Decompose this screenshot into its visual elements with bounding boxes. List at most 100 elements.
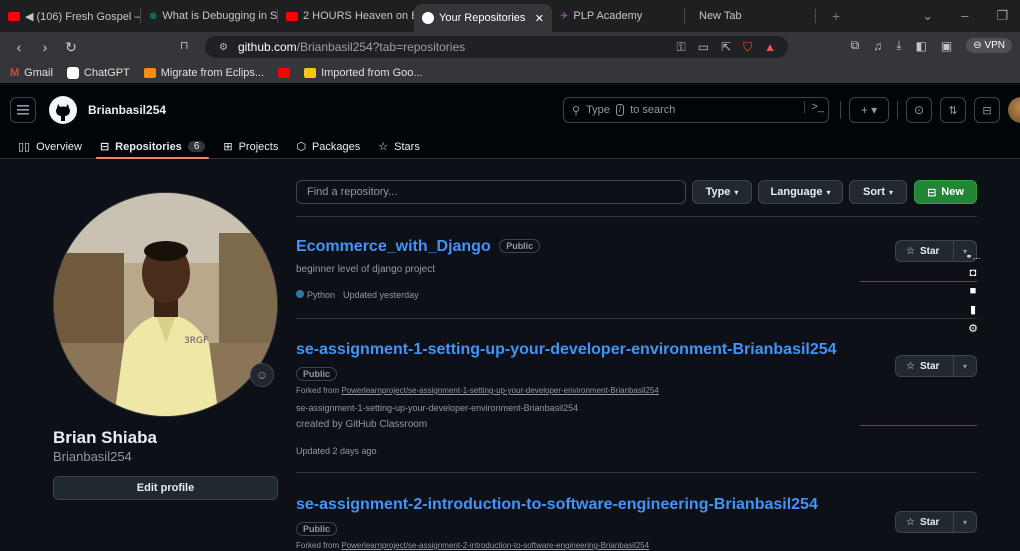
language-label: Python xyxy=(307,290,336,300)
user-avatar[interactable] xyxy=(1008,97,1020,123)
browser-tab[interactable]: ⊗ What is Debugging in Soft xyxy=(141,4,277,28)
link-icon[interactable]: ⚭… xyxy=(966,252,981,261)
issues-icon[interactable]: ⊙ xyxy=(906,97,932,123)
key-icon[interactable]: ⚿ xyxy=(677,40,686,55)
url-path: /Brianbasil254?tab=repositories xyxy=(296,40,466,54)
cast-icon[interactable]: ▭ xyxy=(698,40,709,54)
language-item: Python xyxy=(296,290,335,300)
star-action[interactable]: ☆ Star xyxy=(896,512,954,532)
pull-requests-icon[interactable]: ⇅ xyxy=(940,97,966,123)
forked-from-link[interactable]: Powerlearnproject/se-assignment-1-settin… xyxy=(341,386,659,395)
profile-full-name: Brian Shiaba xyxy=(53,428,157,447)
forked-from-link[interactable]: Powerlearnproject/se-assignment-2-introd… xyxy=(341,541,649,550)
sort-filter-button[interactable]: Sort ▾ xyxy=(849,180,907,204)
tab-label: What is Debugging in Soft xyxy=(162,10,277,22)
brave-shield-icon[interactable]: ⛉ xyxy=(743,40,752,55)
minimize-icon[interactable]: – xyxy=(961,8,968,24)
tab-label: ◀ (106) Fresh Gospel – u xyxy=(25,10,140,23)
browser-tab-active[interactable]: Your Repositories ✕ xyxy=(414,4,552,32)
sidebar-icon[interactable]: ◧ xyxy=(916,39,927,53)
tab-packages[interactable]: ⬡ Packages xyxy=(296,135,360,159)
star-icon: ☆ xyxy=(906,245,915,257)
star-list-dropdown[interactable]: ▾ xyxy=(954,362,976,371)
profile-avatar[interactable]: 3RGF xyxy=(53,192,278,417)
set-status-button[interactable]: ☺ xyxy=(250,363,274,387)
global-search[interactable]: ⚲ Type / to search >_ xyxy=(563,97,829,123)
gmail-icon: M xyxy=(10,66,20,79)
new-repository-button[interactable]: ⊟ New xyxy=(914,180,977,204)
language-filter-button[interactable]: Language ▾ xyxy=(758,180,843,204)
bookmark-gmail[interactable]: M Gmail xyxy=(10,67,53,79)
restore-icon[interactable]: ❐ xyxy=(996,8,1008,24)
divider xyxy=(296,216,977,217)
tab-overview[interactable]: ▯▯ Overview xyxy=(18,135,82,159)
extensions-icon[interactable]: ⧉ xyxy=(851,38,860,53)
bookmark-imported[interactable]: Imported from Goo... xyxy=(304,67,423,79)
bookmark-icon[interactable]: ⊓ xyxy=(180,39,189,52)
browser-tab[interactable]: ✈ PLP Academy xyxy=(552,4,684,28)
star-icon: ☆ xyxy=(906,516,915,528)
tab-stars[interactable]: ☆ Stars xyxy=(378,135,420,159)
brave-rewards-icon[interactable]: ▲ xyxy=(764,40,776,54)
star-button[interactable]: ☆ Star ▾ xyxy=(895,511,977,533)
address-bar[interactable]: ⚙ github.com/Brianbasil254?tab=repositor… xyxy=(205,36,788,58)
browser-tab[interactable]: 2 HOURS Heaven on Earth xyxy=(278,4,414,28)
updated-label: Updated 2 days ago xyxy=(296,446,377,456)
vpn-button[interactable]: ⊖ VPN xyxy=(966,38,1012,53)
camera-icon[interactable]: ◘ xyxy=(970,267,977,279)
forward-icon[interactable]: › xyxy=(32,39,58,55)
site-settings-icon[interactable]: ⚙ xyxy=(219,42,228,53)
tab-repositories[interactable]: ⊟ Repositories 6 xyxy=(95,135,210,159)
share-icon[interactable]: ⇱ xyxy=(721,40,731,54)
close-icon[interactable]: ✕ xyxy=(535,12,544,25)
address-bar-icons: ⚿ ▭ ⇱ ⛉ ▲ xyxy=(677,40,788,55)
header-divider xyxy=(897,101,898,119)
wallet-icon[interactable]: ▣ xyxy=(941,39,952,53)
repo-name-link[interactable]: Ecommerce_with_Django Public xyxy=(296,238,541,256)
back-icon[interactable]: ‹ xyxy=(6,39,32,55)
edit-profile-button[interactable]: Edit profile xyxy=(53,476,278,500)
star-action[interactable]: ☆ Star xyxy=(896,241,954,261)
chevron-down-icon[interactable]: ⌄ xyxy=(922,8,933,24)
package-icon: ⬡ xyxy=(296,141,306,153)
browser-tab[interactable]: ◀ (106) Fresh Gospel – u xyxy=(0,4,140,28)
search-shortcut-key: / xyxy=(615,104,625,116)
github-logo-icon[interactable] xyxy=(48,95,78,125)
browser-tab[interactable]: New Tab xyxy=(685,4,815,28)
bookmark-youtube[interactable] xyxy=(278,67,291,78)
download-icon[interactable]: ⤓ xyxy=(896,38,901,53)
video-icon[interactable]: ■ xyxy=(970,285,977,297)
window-capture-icon[interactable]: ▮ xyxy=(970,303,976,316)
command-palette-icon[interactable]: >_ xyxy=(804,101,824,113)
bookmark-label: ChatGPT xyxy=(83,66,130,79)
github-header: Brianbasil254 ⚲ Type / to search >_ + ▾ … xyxy=(0,85,1020,135)
header-username[interactable]: Brianbasil254 xyxy=(88,103,166,117)
star-button[interactable]: ☆ Star ▾ xyxy=(895,355,977,377)
star-list-dropdown[interactable]: ▾ xyxy=(954,518,976,527)
star-action[interactable]: ☆ Star xyxy=(896,356,954,376)
music-icon[interactable]: ♫ xyxy=(873,39,882,53)
search-prefix: Type xyxy=(586,104,610,116)
capture-toolbar: ⚭… ◘ ■ ▮ ⚙ xyxy=(962,250,984,342)
reload-icon[interactable]: ↻ xyxy=(58,39,84,56)
url-host: github.com xyxy=(237,40,297,54)
tab-label: Overview xyxy=(36,140,82,153)
gear-icon[interactable]: ⚙ xyxy=(968,322,978,335)
find-repository-input[interactable]: Find a repository... xyxy=(296,180,686,204)
github-icon xyxy=(422,12,434,24)
new-tab-icon[interactable]: + xyxy=(816,8,840,24)
create-new-button[interactable]: + ▾ xyxy=(849,97,889,123)
profile-photo: 3RGF xyxy=(54,193,277,416)
type-filter-button[interactable]: Type ▾ xyxy=(692,180,752,204)
repo-name-link[interactable]: se-assignment-1-setting-up-your-develope… xyxy=(296,341,837,359)
tab-projects[interactable]: ⊞ Projects xyxy=(223,135,278,159)
profile-tabs: ▯▯ Overview ⊟ Repositories 6 ⊞ Projects … xyxy=(0,135,1020,159)
repo-name-link[interactable]: se-assignment-2-introduction-to-software… xyxy=(296,496,818,514)
bookmark-migrate[interactable]: Migrate from Eclips... xyxy=(143,67,264,79)
menu-button[interactable] xyxy=(10,97,36,123)
language-color-dot xyxy=(296,290,304,298)
inbox-icon[interactable]: ⊟ xyxy=(974,97,1000,123)
header-divider xyxy=(840,101,841,119)
tab-label: Your Repositories xyxy=(439,12,526,24)
bookmark-chatgpt[interactable]: ChatGPT xyxy=(66,66,130,79)
